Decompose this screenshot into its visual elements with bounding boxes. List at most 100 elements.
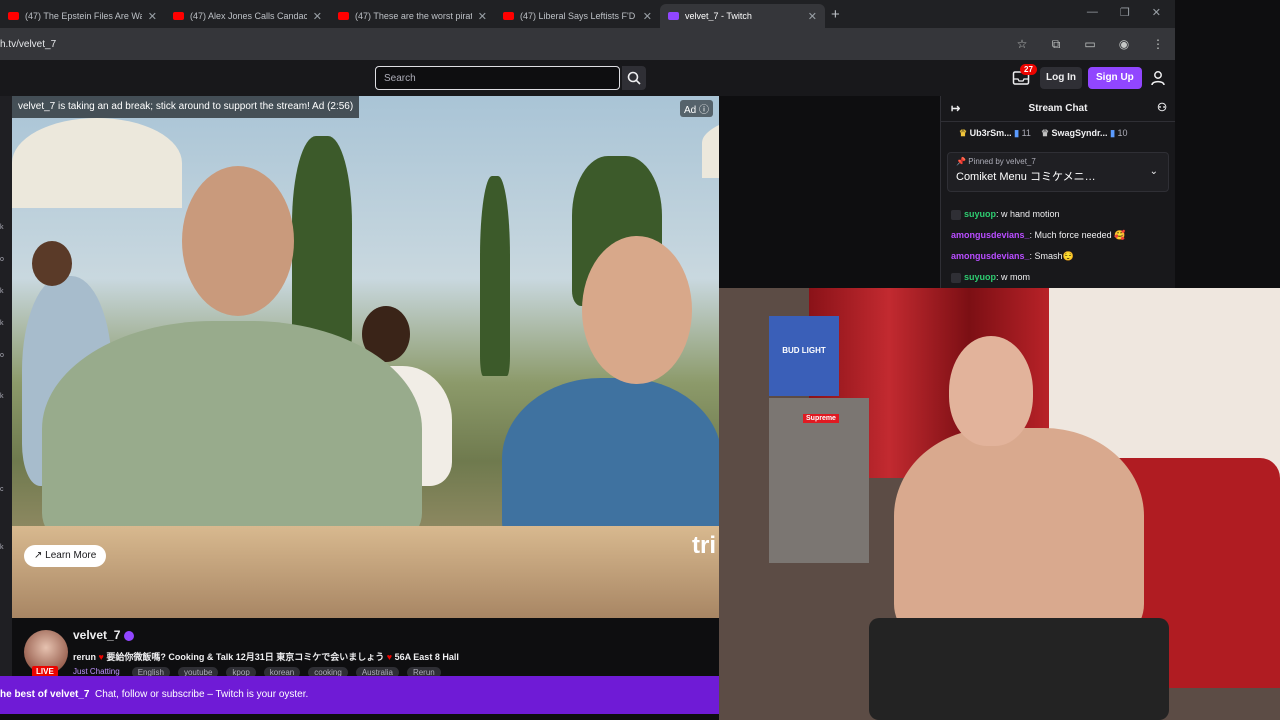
collapsed-sidebar: k o k k o k c k	[0, 96, 12, 676]
man-green-shirt	[42, 321, 422, 561]
promo-text: Chat, follow or subscribe – Twitch is yo…	[95, 689, 309, 700]
sidebar-mark[interactable]: k	[0, 288, 4, 295]
gifter-name: SwagSyndr...	[1051, 127, 1108, 138]
browser-tab[interactable]: (47) These are the worst pirates ✕	[330, 4, 495, 28]
external-link-icon: ↗	[34, 550, 43, 561]
tab-title: velvet_7 - Twitch	[685, 11, 752, 21]
chat-title: Stream Chat	[1028, 103, 1088, 114]
streamer-torso	[894, 428, 1144, 648]
maximize-icon[interactable]: ❐	[1120, 6, 1130, 19]
moderator-badge-icon	[951, 209, 961, 220]
ad-info-tag[interactable]: Ad ⓘ	[679, 100, 713, 117]
chat-header: ↦ Stream Chat ⚇	[941, 96, 1175, 122]
background-person-head	[32, 241, 72, 286]
streamer-head	[949, 336, 1033, 446]
browser-tab[interactable]: (47) The Epstein Files Are Way ✕	[0, 4, 165, 28]
chat-message: suyuop: w hand motion	[941, 204, 1176, 225]
profile-icon[interactable]: ◉	[1107, 37, 1141, 51]
browser-tab-bar: (47) The Epstein Files Are Way ✕ (47) Al…	[0, 0, 1175, 28]
browser-tab[interactable]: (47) Liberal Says Leftists F'D UP ✕	[495, 4, 660, 28]
search-input[interactable]: Search	[375, 66, 620, 90]
fridge-sticker: Supreme	[803, 414, 839, 423]
learn-more-label: Learn More	[45, 550, 97, 561]
heart-icon: ♥	[98, 652, 104, 662]
window-controls: — ❐ ✕	[1087, 6, 1161, 19]
webcam-overlay: BUD LIGHT Supreme	[719, 288, 1280, 720]
channel-name[interactable]: velvet_7	[73, 628, 135, 642]
close-tab-icon[interactable]: ✕	[313, 10, 322, 23]
community-icon[interactable]: ⚇	[1157, 101, 1167, 114]
signup-button[interactable]: Sign Up	[1088, 67, 1142, 89]
chat-text: w hand motion	[1001, 209, 1060, 219]
chat-messages: suyuop: w hand motion amongusdevians_: M…	[941, 204, 1176, 288]
url-field[interactable]: h.tv/velvet_7	[0, 39, 1005, 50]
video-player[interactable]: velvet_7 is taking an ad break; stick ar…	[12, 96, 719, 618]
chat-username[interactable]: amongusdevians_	[951, 230, 1030, 240]
chat-message: amongusdevians_: Smash😌	[951, 251, 1074, 261]
beer-box: BUD LIGHT	[769, 316, 839, 396]
search-icon	[627, 71, 641, 85]
sidebar-mark[interactable]: k	[0, 320, 4, 327]
inbox-count-badge: 27	[1020, 64, 1037, 75]
man-blue-polo-head	[582, 236, 692, 384]
signup-promo-banner[interactable]: he best of velvet_7 Chat, follow or subs…	[0, 676, 719, 714]
sidebar-mark[interactable]: o	[0, 352, 4, 359]
twitch-icon	[668, 12, 679, 20]
close-tab-icon[interactable]: ✕	[478, 10, 487, 23]
top-gifters: ♛ Ub3rSm... ▮ 11 ♛ SwagSyndr... ▮ 10	[941, 122, 1175, 144]
pinned-by-line: 📌 Pinned by velvet_7	[956, 157, 1160, 166]
browser-tab[interactable]: (47) Alex Jones Calls Candace C ✕	[165, 4, 330, 28]
twitch-top-nav: Search 27 Log In Sign Up	[0, 60, 1175, 96]
chat-message: suyuop: w mom	[941, 267, 1176, 288]
close-tab-icon[interactable]: ✕	[148, 10, 157, 23]
sidebar-mark[interactable]: k	[0, 544, 4, 551]
user-menu-icon[interactable]	[1150, 70, 1166, 86]
mini-fridge: Supreme	[769, 398, 869, 563]
crown-icon: ♛	[1040, 127, 1050, 138]
extensions-icon[interactable]: ⧉	[1039, 37, 1073, 52]
man-green-shirt-head	[182, 166, 294, 316]
pinned-message-text: Comiket Menu コミケメニ…	[956, 171, 1096, 183]
verified-badge-icon	[124, 630, 135, 641]
dining-table	[12, 526, 719, 618]
stream-title-main: 要給你微飯嗎? Cooking & Talk 12月31日 東京コミケで会いまし…	[106, 652, 385, 662]
gifter[interactable]: ♛ SwagSyndr... ▮ 10	[1041, 128, 1128, 139]
gifter[interactable]: ♛ Ub3rSm... ▮ 11	[959, 128, 1031, 139]
youtube-icon	[338, 12, 349, 20]
sidebar-mark[interactable]: k	[0, 393, 4, 400]
gifter-count: 10	[1117, 127, 1128, 138]
login-button[interactable]: Log In	[1040, 67, 1082, 89]
chat-username[interactable]: suyuop	[964, 272, 996, 282]
cast-icon[interactable]: ▭	[1073, 37, 1107, 51]
menu-icon[interactable]: ⋮	[1141, 37, 1175, 51]
stream-title-pre: rerun	[73, 652, 97, 662]
chat-username[interactable]: amongusdevians_	[951, 251, 1030, 261]
close-tab-icon[interactable]: ✕	[643, 10, 652, 23]
sidebar-mark[interactable]: o	[0, 256, 4, 263]
chat-message: amongusdevians_: Much force needed 🥰	[951, 230, 1126, 240]
gift-icon: ▮	[1014, 127, 1020, 138]
sidebar-mark[interactable]: c	[0, 486, 4, 493]
close-tab-icon[interactable]: ✕	[808, 10, 817, 23]
tree	[480, 176, 510, 376]
channel-name-text[interactable]: velvet_7	[73, 628, 120, 642]
youtube-icon	[8, 12, 19, 20]
gifter-count: 11	[1021, 127, 1031, 138]
browser-tab-active[interactable]: velvet_7 - Twitch ✕	[660, 4, 825, 28]
channel-info: LIVE velvet_7 rerun ♥ 要給你微飯嗎? Cooking & …	[12, 618, 719, 678]
chat-username[interactable]: suyuop	[964, 209, 996, 219]
bookmark-star-icon[interactable]: ☆	[1005, 37, 1039, 51]
learn-more-button[interactable]: ↗ Learn More	[24, 545, 107, 567]
close-window-icon[interactable]: ✕	[1152, 6, 1161, 19]
sidebar-mark[interactable]: k	[0, 224, 4, 231]
pinned-message[interactable]: 📌 Pinned by velvet_7 Comiket Menu コミケメニ……	[947, 152, 1169, 192]
stream-title-post: 56A East 8 Hall	[394, 652, 459, 662]
chat-text: Much force needed 🥰	[1034, 230, 1126, 240]
new-tab-button[interactable]: +	[831, 4, 840, 28]
search-button[interactable]	[622, 66, 646, 90]
tab-title: (47) Liberal Says Leftists F'D UP	[520, 11, 637, 21]
chevron-down-icon[interactable]: ⌄	[1150, 166, 1158, 177]
collapse-chat-icon[interactable]: ↦	[951, 102, 960, 115]
minimize-icon[interactable]: —	[1087, 6, 1098, 19]
tab-title: (47) Alex Jones Calls Candace C	[190, 11, 307, 21]
